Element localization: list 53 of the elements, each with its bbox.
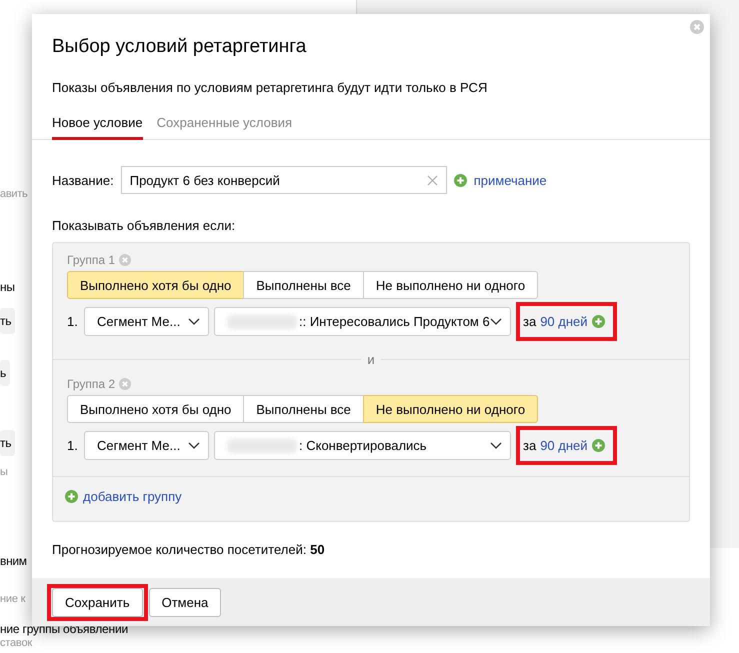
background-text: ы	[0, 466, 8, 478]
joiner-text: и	[367, 352, 375, 367]
dialog-subtitle: Показы объявления по условиям ретаргетинга будут идти только в РСЯ	[52, 80, 488, 95]
background-text: ние к	[0, 592, 26, 606]
plus-icon[interactable]	[592, 439, 605, 452]
mode-toggle[interactable]: Выполнено хотя бы одно	[67, 271, 244, 299]
tab[interactable]: Сохраненные условия	[156, 115, 292, 140]
close-icon[interactable]	[690, 20, 704, 34]
group-title: Группа 1	[67, 253, 116, 267]
source-select[interactable]: Сегмент Ме...	[84, 307, 209, 336]
forecast-text: Прогнозируемое количество посетителей: 50	[52, 542, 326, 557]
plus-icon[interactable]	[65, 490, 78, 503]
background-text: авить	[0, 188, 28, 200]
mode-toggle[interactable]: Не выполнено ни одного	[362, 271, 538, 299]
period-prefix: за	[523, 438, 536, 453]
chevron-down-icon	[188, 442, 200, 450]
background-text: ставок	[0, 636, 32, 650]
background-text: ны	[0, 280, 15, 294]
plus-icon[interactable]	[454, 174, 467, 186]
background-button[interactable]: ь	[0, 360, 10, 386]
goal-select[interactable]: : Сконвертировались	[214, 431, 511, 460]
mode-toggle[interactable]: Выполнены все	[243, 271, 364, 299]
chevron-down-icon	[490, 442, 502, 450]
background-button[interactable]: ть	[0, 308, 16, 334]
name-label: Название:	[52, 172, 114, 188]
cancel-button[interactable]: Отмена	[148, 588, 222, 616]
background-text: ние группы объявлений	[0, 622, 128, 636]
source-select[interactable]: Сегмент Ме...	[84, 431, 209, 460]
rule-number: 1.	[67, 438, 79, 453]
mode-toggle[interactable]: Не выполнено ни одного	[362, 395, 538, 423]
mode-toggle[interactable]: Выполнены все	[243, 395, 364, 423]
close-icon[interactable]	[119, 378, 132, 390]
rule-number: 1.	[67, 314, 79, 329]
condition-label: Показывать объявления если:	[52, 218, 236, 233]
period-prefix: за	[523, 314, 536, 329]
close-icon[interactable]	[119, 254, 132, 266]
tab[interactable]: Новое условие	[52, 115, 143, 140]
clear-icon[interactable]	[426, 175, 438, 186]
background-button[interactable]: ть	[0, 430, 16, 456]
name-field[interactable]: Продукт 6 без конверсий	[120, 166, 447, 194]
dialog-title: Выбор условий ретаргетинга	[52, 36, 308, 58]
group-title: Группа 2	[67, 377, 116, 391]
chevron-down-icon	[188, 318, 200, 326]
goal-select[interactable]: :: Интересовались Продуктом 6	[214, 307, 511, 336]
period-link[interactable]: 90 дней	[540, 314, 588, 329]
plus-icon[interactable]	[592, 315, 605, 328]
add-group-link[interactable]: добавить группу	[65, 489, 182, 504]
mode-toggle[interactable]: Выполнено хотя бы одно	[67, 395, 244, 423]
period-link[interactable]: 90 дней	[540, 438, 588, 453]
save-button[interactable]: Сохранить	[52, 588, 143, 616]
note-link[interactable]: примечание	[474, 172, 547, 188]
chevron-down-icon	[490, 318, 502, 326]
background-text: вним	[0, 554, 27, 568]
